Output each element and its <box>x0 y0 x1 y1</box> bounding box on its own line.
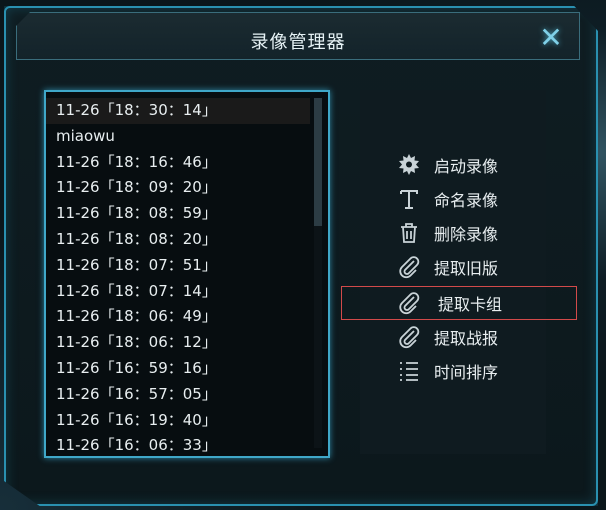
extract-legacy-button[interactable]: 提取旧版 <box>396 252 566 282</box>
rename-replay-button[interactable]: 命名录像 <box>396 184 566 214</box>
action-label: 启动录像 <box>434 157 499 176</box>
paperclip-icon <box>396 290 422 316</box>
action-label: 提取战报 <box>434 329 499 348</box>
list-item[interactable]: 11-26「16：19：40」 <box>46 408 310 434</box>
action-label: 删除录像 <box>434 225 499 244</box>
list-item[interactable]: 11-26「16：57：05」 <box>46 382 310 408</box>
action-label: 时间排序 <box>434 363 499 382</box>
list-item[interactable]: 11-26「18：06：12」 <box>46 330 310 356</box>
sort-by-time-button[interactable]: 时间排序 <box>396 356 566 386</box>
list-item[interactable]: 11-26「18：06：49」 <box>46 304 310 330</box>
close-icon[interactable]: ✕ <box>537 24 565 52</box>
title-bar: 录像管理器 <box>16 12 580 60</box>
replay-list[interactable]: 11-26「18：30：14」 miaowu 11-26「18：16：46」 1… <box>46 96 310 456</box>
text-icon <box>396 186 422 212</box>
action-label: 提取卡组 <box>438 295 503 314</box>
list-item[interactable]: 11-26「18：08：59」 <box>46 201 310 227</box>
action-label: 提取旧版 <box>434 259 499 278</box>
list-item[interactable]: 11-26「18：09：20」 <box>46 175 310 201</box>
start-replay-button[interactable]: 启动录像 <box>396 150 566 180</box>
window-title: 录像管理器 <box>250 32 346 53</box>
trash-icon <box>396 220 422 246</box>
extract-report-button[interactable]: 提取战报 <box>396 322 566 352</box>
action-label: 命名录像 <box>434 191 499 210</box>
list-item[interactable]: 11-26「16：59：16」 <box>46 356 310 382</box>
replay-list-panel: 11-26「18：30：14」 miaowu 11-26「18：16：46」 1… <box>44 90 330 458</box>
list-item[interactable]: 11-26「18：07：51」 <box>46 253 310 279</box>
list-icon <box>396 358 422 384</box>
list-item[interactable]: 11-26「18：16：46」 <box>46 150 310 176</box>
delete-replay-button[interactable]: 删除录像 <box>396 218 566 248</box>
paperclip-icon <box>396 324 422 350</box>
list-item[interactable]: miaowu <box>46 124 310 150</box>
list-item[interactable]: 11-26「16：06：33」 <box>46 433 310 456</box>
list-item[interactable]: 11-26「18：08：20」 <box>46 227 310 253</box>
scrollbar-thumb[interactable] <box>314 98 322 226</box>
extract-deck-button[interactable]: 提取卡组 <box>396 288 566 318</box>
list-item[interactable]: 11-26「18：30：14」 <box>46 98 310 124</box>
paperclip-icon <box>396 254 422 280</box>
list-item[interactable]: 11-26「18：07：14」 <box>46 279 310 305</box>
gear-icon <box>396 152 422 178</box>
